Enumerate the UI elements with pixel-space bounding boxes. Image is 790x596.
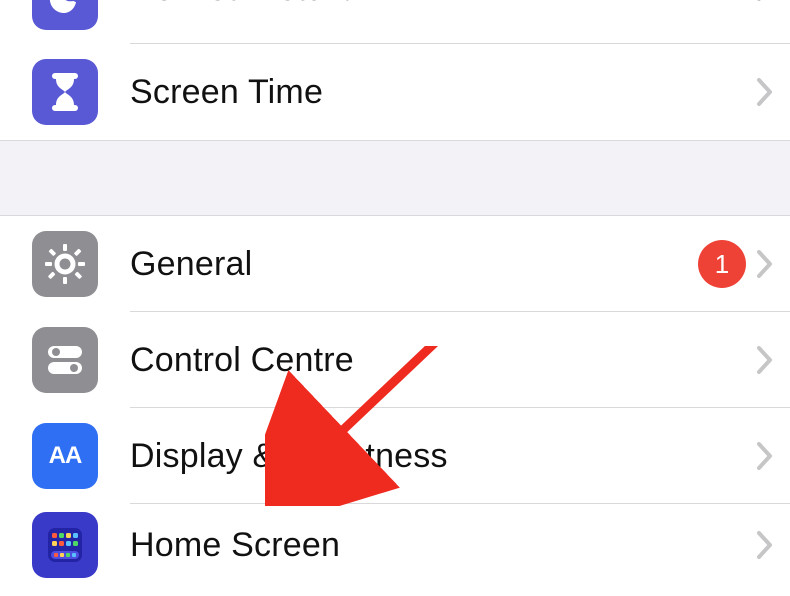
chevron-right-icon <box>756 530 774 560</box>
section-separator <box>0 140 790 216</box>
row-screen-time[interactable]: Screen Time <box>0 44 790 140</box>
settings-group-focus: Do Not Disturb Screen Time <box>0 0 790 140</box>
home-grid-icon <box>32 512 98 578</box>
chevron-right-icon <box>756 249 774 279</box>
chevron-right-icon <box>756 441 774 471</box>
row-label: Display & Brightness <box>130 437 448 476</box>
hourglass-icon <box>32 59 98 125</box>
chevron-right-icon <box>756 0 774 2</box>
row-label: Home Screen <box>130 526 340 565</box>
row-label: General <box>130 245 252 284</box>
chevron-right-icon <box>756 345 774 375</box>
text-size-icon: AA <box>32 423 98 489</box>
chevron-right-icon <box>756 77 774 107</box>
notification-badge: 1 <box>698 240 746 288</box>
settings-group-general: General 1 Control Centre AA Display & <box>0 216 790 586</box>
row-control-centre[interactable]: Control Centre <box>0 312 790 408</box>
row-general[interactable]: General 1 <box>0 216 790 312</box>
row-home-screen[interactable]: Home Screen <box>0 504 790 586</box>
row-label: Control Centre <box>130 341 354 380</box>
row-label: Do Not Disturb <box>130 0 356 9</box>
row-display-brightness[interactable]: AA Display & Brightness <box>0 408 790 504</box>
moon-icon <box>32 0 98 30</box>
toggles-icon <box>32 327 98 393</box>
row-label: Screen Time <box>130 73 323 112</box>
row-do-not-disturb[interactable]: Do Not Disturb <box>0 0 790 44</box>
gear-icon <box>32 231 98 297</box>
